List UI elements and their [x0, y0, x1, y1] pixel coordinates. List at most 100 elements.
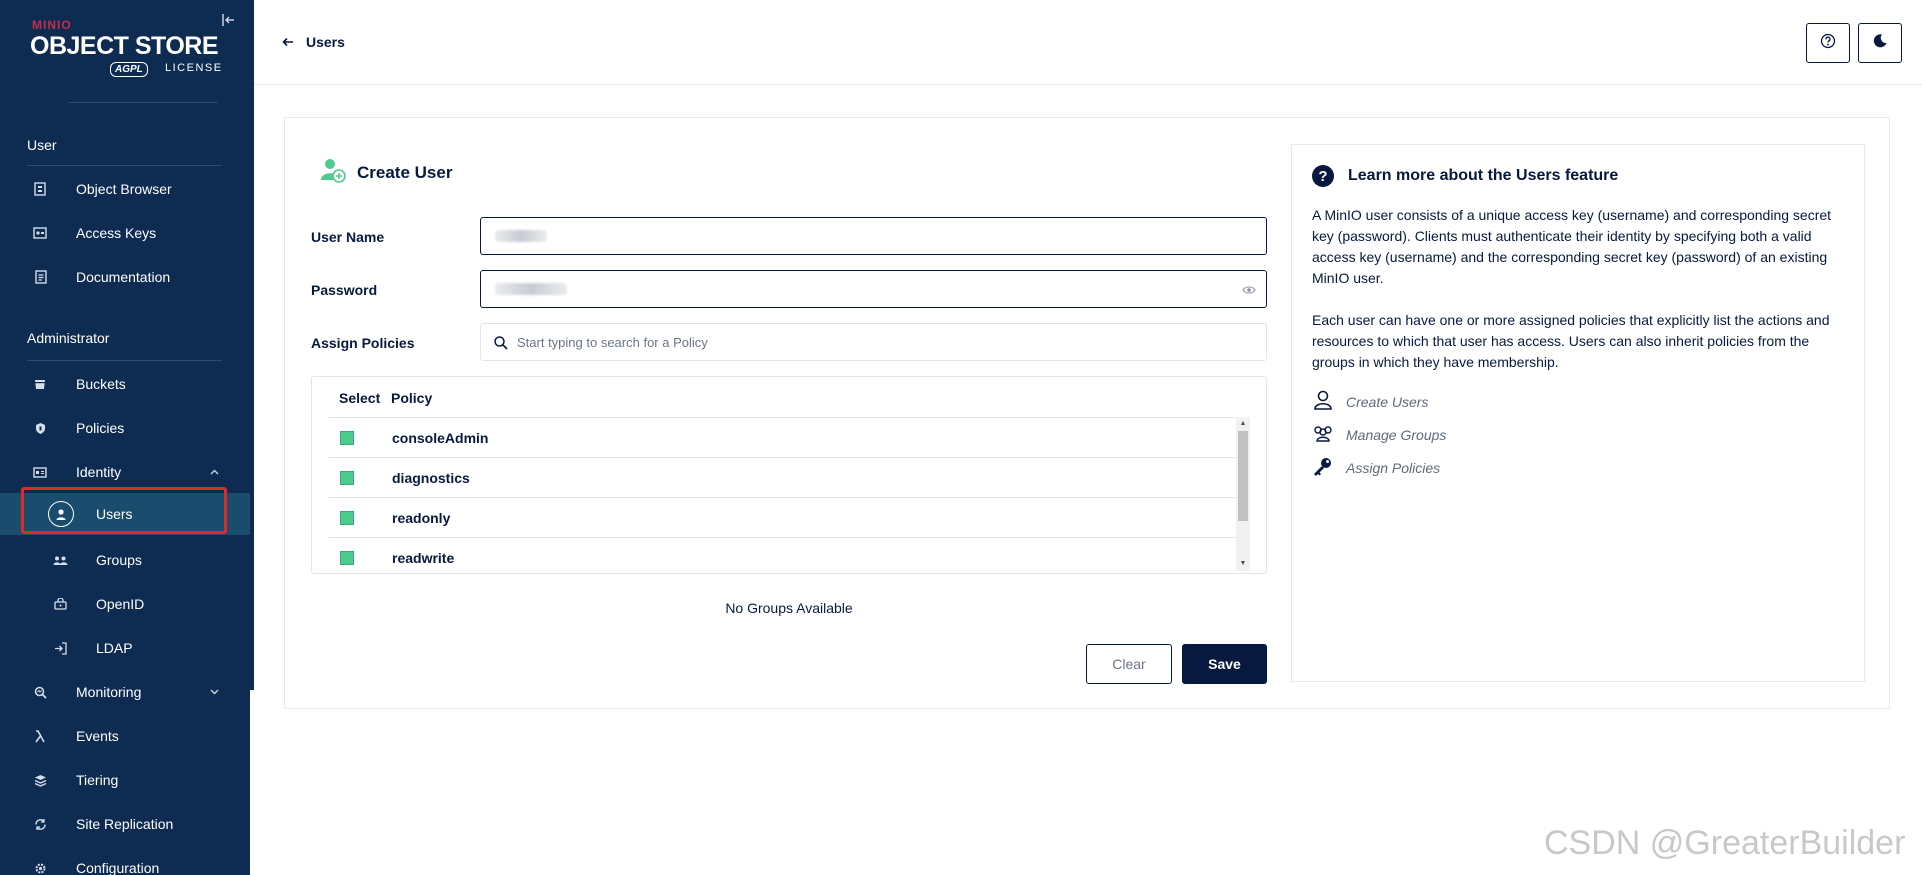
policy-table-scrollbar[interactable]: ▲ ▼ — [1236, 417, 1250, 571]
policy-checkbox[interactable] — [340, 511, 354, 525]
help-link-label: Manage Groups — [1346, 426, 1447, 443]
sidebar-item-ldap[interactable]: LDAP — [0, 630, 250, 666]
table-row[interactable]: diagnostics — [328, 457, 1245, 497]
password-field[interactable] — [480, 270, 1267, 308]
page-header: Users — [254, 0, 1922, 85]
user-outline-icon — [1312, 389, 1334, 414]
sidebar-item-users[interactable]: Users — [0, 493, 250, 535]
username-redacted-value — [495, 230, 547, 242]
help-link-label: Create Users — [1346, 393, 1429, 410]
help-button[interactable] — [1806, 23, 1850, 63]
clear-button[interactable]: Clear — [1086, 644, 1172, 684]
key-icon — [1312, 455, 1334, 480]
sidebar-item-label: OpenID — [96, 596, 145, 612]
help-link-create-users[interactable]: Create Users — [1312, 389, 1428, 414]
sidebar-item-label: Tiering — [76, 772, 119, 788]
identity-icon — [32, 464, 48, 480]
policy-checkbox[interactable] — [340, 551, 354, 565]
help-title: ? Learn more about the Users feature — [1312, 165, 1618, 187]
no-groups-message: No Groups Available — [725, 600, 853, 616]
save-button[interactable]: Save — [1182, 644, 1267, 684]
section-title-user: User — [27, 137, 57, 153]
dark-mode-toggle[interactable] — [1858, 23, 1902, 63]
sidebar-item-monitoring[interactable]: Monitoring — [0, 674, 250, 710]
scroll-down-arrow-icon[interactable]: ▼ — [1238, 559, 1248, 569]
watermark-text: CSDN @GreaterBuilder — [1544, 824, 1906, 862]
sidebar-item-identity[interactable]: Identity — [0, 454, 250, 490]
policy-checkbox[interactable] — [340, 471, 354, 485]
groups-icon — [52, 552, 68, 568]
tiering-icon — [32, 772, 48, 788]
help-paragraph: Each user can have one or more assigned … — [1312, 312, 1830, 370]
app-root: MINIO OBJECT STORE AGPL LICENSE User Obj… — [0, 0, 1922, 875]
column-header-select: Select — [339, 390, 381, 406]
gear-icon — [32, 860, 48, 875]
site-replication-icon — [32, 816, 48, 832]
help-paragraph: A MinIO user consists of a unique access… — [1312, 207, 1832, 286]
form-title-text: Create User — [357, 162, 453, 182]
sidebar-item-access-keys[interactable]: Access Keys — [0, 215, 250, 251]
policy-name: consoleAdmin — [392, 430, 489, 446]
eye-icon[interactable] — [1242, 283, 1256, 297]
password-redacted-value — [495, 283, 567, 295]
moon-icon — [1872, 33, 1888, 54]
policy-table-header: Select Policy — [312, 377, 1266, 417]
password-label: Password — [311, 282, 378, 298]
back-button[interactable]: Users — [282, 34, 345, 50]
collapse-sidebar-icon[interactable] — [220, 13, 238, 31]
section-divider — [27, 165, 222, 166]
scroll-up-arrow-icon[interactable]: ▲ — [1238, 419, 1248, 429]
sidebar-item-label: Object Browser — [76, 181, 172, 197]
sidebar-item-label: Access Keys — [76, 225, 157, 241]
policy-search-box[interactable] — [480, 323, 1267, 361]
section-title-administrator: Administrator — [27, 330, 110, 346]
access-keys-icon — [32, 225, 48, 241]
help-link-assign-policies[interactable]: Assign Policies — [1312, 455, 1440, 480]
documentation-icon — [32, 269, 48, 285]
object-browser-icon — [32, 181, 48, 197]
sidebar-item-label: Configuration — [76, 860, 160, 875]
logo-license-text: LICENSE — [165, 62, 223, 74]
username-label: User Name — [311, 229, 385, 245]
sidebar-divider — [68, 102, 218, 103]
scrollbar-thumb[interactable] — [1238, 431, 1248, 521]
sidebar-item-label: Events — [76, 728, 119, 744]
table-row[interactable]: readwrite — [328, 537, 1245, 573]
sidebar-item-tiering[interactable]: Tiering — [0, 762, 250, 798]
username-field[interactable] — [480, 217, 1267, 255]
sidebar-item-events[interactable]: Events — [0, 718, 250, 754]
policy-checkbox[interactable] — [340, 431, 354, 445]
back-label: Users — [306, 34, 345, 50]
sidebar-edge — [250, 0, 254, 690]
logo-title: OBJECT STORE — [30, 32, 219, 60]
column-header-policy: Policy — [391, 390, 433, 406]
chevron-down-icon — [210, 687, 219, 698]
sidebar-item-label: Monitoring — [76, 684, 142, 700]
create-user-card: Create User User Name Password Assign Po… — [284, 117, 1890, 709]
sidebar-item-configuration[interactable]: Configuration — [0, 850, 250, 875]
assign-policies-label: Assign Policies — [311, 335, 415, 351]
sidebar-item-label: Buckets — [76, 376, 126, 392]
policy-name: diagnostics — [392, 470, 470, 486]
help-panel: ? Learn more about the Users feature A M… — [1291, 144, 1865, 682]
sidebar-item-policies[interactable]: Policies — [0, 410, 250, 446]
help-link-manage-groups[interactable]: Manage Groups — [1312, 422, 1446, 447]
monitoring-icon — [32, 684, 48, 700]
sidebar-item-object-browser[interactable]: Object Browser — [0, 171, 250, 207]
sidebar: MINIO OBJECT STORE AGPL LICENSE User Obj… — [0, 0, 250, 875]
table-row[interactable]: readonly — [328, 497, 1245, 537]
sidebar-item-documentation[interactable]: Documentation — [0, 259, 250, 295]
sidebar-item-groups[interactable]: Groups — [0, 542, 250, 578]
lambda-icon — [32, 728, 48, 744]
section-divider — [27, 360, 222, 361]
sidebar-item-buckets[interactable]: Buckets — [0, 366, 250, 402]
policy-search-input[interactable] — [517, 324, 1257, 360]
table-row[interactable]: consoleAdmin — [328, 417, 1245, 457]
sidebar-item-openid[interactable]: OpenID — [0, 586, 250, 622]
sidebar-item-site-replication[interactable]: Site Replication — [0, 806, 250, 842]
minio-logo[interactable]: MINIO OBJECT STORE AGPL LICENSE — [30, 18, 230, 80]
chevron-up-icon — [210, 467, 219, 478]
policy-table: Select Policy consoleAdmin diagnostics r… — [311, 376, 1267, 574]
sidebar-item-label: Policies — [76, 420, 125, 436]
page-title: Create User — [319, 156, 452, 189]
